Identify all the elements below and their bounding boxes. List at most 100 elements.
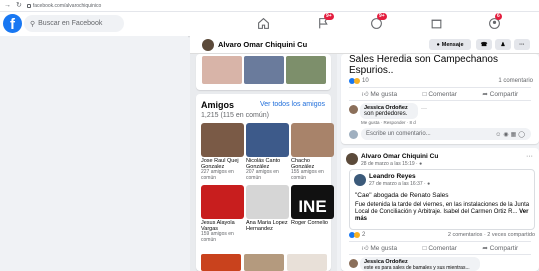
friend-tile[interactable]: Chacho González 155 amigos en común — [291, 123, 334, 181]
facebook-logo[interactable]: f — [3, 14, 22, 33]
photo-thumbnail[interactable] — [201, 254, 241, 271]
phone-icon: ☎ — [480, 41, 488, 48]
share-label: Compartir — [489, 245, 519, 252]
pages-flag-icon[interactable]: 9+ — [315, 13, 334, 31]
facebook-top-bar: f ⚲ Buscar en Facebook 9+ 9+ 6 — [0, 12, 539, 36]
more-icon: ··· — [519, 41, 525, 48]
url-text: facebook.com/alvarochiquinico — [32, 2, 102, 9]
like-button[interactable]: 👍︎ Me gusta — [362, 90, 397, 98]
friend-tile[interactable]: Ana Maria Lopez Hernandez — [246, 185, 289, 232]
divider — [349, 241, 531, 242]
call-button[interactable]: ☎ — [476, 39, 492, 50]
profile-name[interactable]: Alvaro Omar Chiquini Cu — [218, 40, 307, 49]
photo-thumbnail[interactable] — [244, 56, 284, 84]
see-all-friends-link[interactable]: Ver todos los amigos — [260, 101, 325, 108]
friend-photo[interactable] — [291, 123, 334, 157]
lock-icon — [26, 3, 31, 8]
post-actions: 👍︎ Me gusta □ Comentar ➦ Compartir — [349, 243, 531, 253]
friend-tile[interactable]: INE Roger Cornelio — [291, 185, 334, 226]
message-button[interactable]: ● Mensaje — [429, 39, 471, 50]
comment-icon: □ — [422, 244, 427, 252]
friend-photo[interactable] — [246, 185, 289, 219]
shared-post[interactable]: Leandro Reyes 27 de marzo a las 16:37 · … — [349, 169, 535, 230]
search-input[interactable]: ⚲ Buscar en Facebook — [24, 15, 124, 32]
logo-letter: f — [10, 16, 15, 33]
post-actions: 👍︎ Me gusta □ Comentar ➦ Compartir — [349, 89, 531, 99]
message-button-label: Mensaje — [441, 41, 464, 48]
divider — [349, 87, 531, 88]
post-options-icon[interactable]: ··· — [526, 153, 533, 160]
photo-thumbnail[interactable] — [202, 56, 242, 84]
photo-thumbnail[interactable] — [287, 254, 327, 271]
more-options-button[interactable]: ··· — [514, 39, 530, 50]
friend-photo[interactable]: INE — [291, 185, 334, 219]
shared-author[interactable]: Leandro Reyes — [369, 173, 416, 180]
post-stats[interactable]: 2 comentarios · 2 veces compartido — [448, 232, 535, 238]
like-label: Me gusta — [370, 245, 398, 252]
comment-tools-icons[interactable]: ☺◉▦◯ — [495, 131, 527, 138]
marketplace-icon[interactable] — [428, 15, 444, 31]
friend-tile[interactable]: Jose Raul Quej Gonzalez 227 amigos en co… — [201, 123, 244, 181]
thumbs-up-icon: 👍︎ — [361, 245, 369, 252]
ine-logo-text: INE — [298, 197, 327, 216]
comment-meta[interactable]: Me gusta · Responder · 8 d — [361, 120, 416, 125]
photos-card — [196, 54, 331, 90]
post-date-text: 28 de marzo a las 15:19 · — [361, 161, 420, 167]
reactions-summary[interactable]: 2 — [349, 232, 365, 238]
post-text: Sales Heredia son Campechanos Espurios.. — [349, 54, 498, 76]
address-bar[interactable]: facebook.com/alvarochiquinico — [26, 2, 102, 9]
friend-name[interactable]: Roger Cornelio — [291, 220, 334, 226]
friend-common: 155 amigos en común — [291, 169, 324, 181]
haha-reaction-icon — [354, 232, 360, 238]
browser-toolbar: → ↻ facebook.com/alvarochiquinico — [0, 0, 539, 12]
share-icon: ➦ — [482, 245, 488, 252]
comment-count[interactable]: 1 comentario — [498, 78, 533, 84]
haha-reaction-icon — [354, 78, 360, 84]
friend-name[interactable]: Ana Maria Lopez Hernandez — [246, 220, 289, 232]
shared-author-avatar[interactable] — [354, 174, 366, 186]
comment-text: son perdedores. — [364, 111, 408, 117]
share-button[interactable]: ➦ Compartir — [482, 244, 518, 252]
next-photos-row — [201, 254, 327, 271]
comment-bubble: Jessica Ordoñez este es para sales de ba… — [360, 257, 480, 271]
watch-badge: 9+ — [377, 13, 387, 20]
commenter-avatar[interactable] — [349, 105, 358, 114]
home-icon[interactable] — [255, 15, 271, 31]
friend-tile[interactable]: Nicolás Canto González 207 amigos en com… — [246, 123, 289, 181]
photo-thumbnail[interactable] — [286, 56, 326, 84]
like-button[interactable]: 👍︎ Me gusta — [362, 244, 397, 252]
friend-photo[interactable] — [201, 123, 244, 157]
comment-button[interactable]: □ Comentar — [423, 245, 457, 252]
shared-date[interactable]: 27 de marzo a las 16:37 · ● — [369, 181, 430, 187]
reload-icon[interactable]: ↻ — [16, 2, 22, 9]
friend-common: 207 amigos en común — [246, 169, 279, 181]
comment-placeholder: Escribe un comentario... — [366, 131, 431, 137]
friend-photo[interactable] — [201, 185, 244, 219]
post-date[interactable]: 28 de marzo a las 15:19 · ● — [361, 161, 422, 167]
shared-date-text: 27 de marzo a las 16:37 · — [369, 181, 428, 187]
profile-avatar[interactable] — [202, 38, 214, 51]
like-label: Me gusta — [370, 91, 398, 98]
friend-photo[interactable] — [246, 123, 289, 157]
post-card: Sales Heredia son Campechanos Espurios..… — [341, 54, 539, 144]
back-arrow-icon[interactable]: → — [4, 2, 11, 9]
commenter-avatar[interactable] — [349, 259, 358, 268]
watch-icon[interactable]: 9+ — [368, 13, 387, 31]
my-avatar — [349, 130, 358, 139]
friends-card: Amigos Ver todos los amigos 1,215 (115 e… — [196, 94, 334, 271]
reactions-summary[interactable]: 10 — [349, 78, 369, 84]
photo-thumbnail[interactable] — [244, 254, 284, 271]
post-author[interactable]: Alvaro Omar Chiquini Cu — [361, 153, 438, 160]
groups-icon[interactable]: 6 — [486, 13, 502, 31]
comment-label: Comentar — [428, 90, 457, 98]
write-comment-input[interactable]: Escribe un comentario... ☺◉▦◯ — [361, 128, 531, 140]
groups-badge: 6 — [495, 13, 502, 20]
share-button[interactable]: ➦ Compartir — [482, 90, 518, 98]
comment-button[interactable]: □ Comentar — [423, 91, 457, 98]
shared-quote: "Cae" abogada de Renato Sales — [355, 192, 449, 199]
friend-tile[interactable]: Jesus Alayola Vargas 159 amigos en común — [201, 185, 244, 243]
pages-badge: 9+ — [324, 13, 334, 20]
author-avatar[interactable] — [346, 153, 358, 165]
comment-options-icon[interactable]: ··· — [421, 106, 427, 112]
friends-button[interactable]: ♟ — [495, 39, 511, 50]
